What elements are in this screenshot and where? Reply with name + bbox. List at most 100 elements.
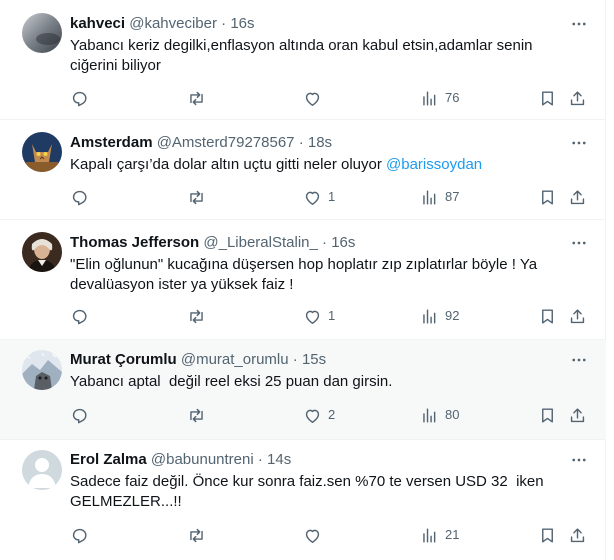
reply-icon [72, 528, 87, 543]
author-name[interactable]: Amsterdam [70, 134, 153, 151]
more-icon[interactable] [568, 450, 590, 470]
bookmark-button[interactable] [538, 525, 557, 545]
mention-link[interactable]: @barissoydan [386, 156, 482, 173]
timestamp[interactable]: 18s [308, 134, 332, 151]
like-button[interactable]: 1 [303, 306, 335, 326]
views-button[interactable]: 76 [420, 88, 459, 108]
view-count: 80 [445, 407, 460, 422]
author-handle[interactable]: @kahveciber [129, 15, 217, 32]
tweet-header: kahveci @kahveciber · 16s [70, 14, 255, 34]
more-icon[interactable] [568, 233, 590, 253]
tweet-header: Erol Zalma @babununtreni · 14s [70, 450, 291, 470]
author-handle[interactable]: @Amsterd79278567 [157, 134, 295, 151]
retweet-icon [190, 528, 203, 542]
retweet-icon [190, 309, 203, 323]
views-button[interactable]: 92 [420, 306, 459, 326]
tweet[interactable]: Erol Zalma @babununtreni · 14s Sadece fa… [0, 440, 606, 560]
retweet-button[interactable] [187, 405, 206, 425]
author-handle[interactable]: @murat_orumlu [181, 351, 289, 368]
view-count: 21 [445, 527, 460, 542]
timestamp[interactable]: 14s [267, 451, 291, 468]
retweet-button[interactable] [187, 187, 206, 207]
author-name[interactable]: Thomas Jefferson [70, 234, 199, 251]
bookmark-button[interactable] [538, 88, 557, 108]
share-button[interactable] [568, 525, 587, 545]
bookmark-button[interactable] [538, 405, 557, 425]
share-button[interactable] [568, 187, 587, 207]
author-handle[interactable]: @_LiberalStalin_ [203, 234, 317, 251]
avatar[interactable] [22, 350, 62, 390]
avatar[interactable] [22, 132, 62, 172]
like-count: 1 [328, 308, 336, 323]
tweet-text-line: "Elin oğlunun" kucağına düşersen hop hop… [70, 256, 538, 273]
tweet[interactable]: Murat Çorumlu @murat_orumlu · 15s Yabanc… [0, 340, 606, 440]
bookmark-icon [542, 90, 553, 106]
views-icon [423, 189, 436, 205]
timestamp[interactable]: 15s [302, 351, 326, 368]
view-count: 92 [445, 308, 460, 323]
share-button[interactable] [568, 405, 587, 425]
separator-dot: · [322, 234, 328, 251]
author-name[interactable]: kahveci [70, 15, 125, 32]
like-button[interactable]: 1 [303, 187, 335, 207]
more-icon[interactable] [568, 350, 590, 370]
like-button[interactable]: 2 [303, 405, 335, 425]
avatar[interactable] [22, 450, 62, 490]
tweet-text: Kapalı çarşı’da dolar altın uçtu gitti n… [70, 155, 482, 175]
author-name[interactable]: Erol Zalma [70, 451, 147, 468]
views-icon [423, 407, 436, 423]
tweet-text: "Elin oğlunun" kucağına düşersen hop hop… [70, 255, 537, 295]
share-icon [570, 189, 585, 204]
bookmark-icon [542, 189, 553, 205]
view-count: 76 [445, 90, 460, 105]
tweet[interactable]: Thomas Jefferson @_LiberalStalin_ · 16s … [0, 220, 606, 340]
reply-button[interactable] [70, 187, 89, 207]
views-button[interactable]: 21 [420, 525, 459, 545]
bookmark-button[interactable] [538, 306, 557, 326]
like-button[interactable] [303, 88, 328, 108]
reply-button[interactable] [70, 88, 89, 108]
reply-icon [72, 91, 87, 106]
like-count: 1 [328, 189, 336, 204]
views-icon [423, 527, 436, 543]
share-button[interactable] [568, 88, 587, 108]
more-icon[interactable] [568, 133, 590, 153]
separator-dot: · [221, 15, 227, 32]
tweet-header: Thomas Jefferson @_LiberalStalin_ · 16s [70, 233, 355, 253]
views-button[interactable]: 87 [420, 187, 459, 207]
more-icon[interactable] [568, 14, 590, 34]
retweet-button[interactable] [187, 306, 206, 326]
like-button[interactable] [303, 525, 328, 545]
avatar[interactable] [22, 232, 62, 272]
like-icon [305, 191, 320, 205]
tweet-text-line: Yabancı keriz degilki,enflasyon altında … [70, 37, 533, 54]
tweet-text: Sadece faiz değil. Önce kur sonra faiz.s… [70, 472, 544, 512]
retweet-icon [190, 190, 203, 204]
reply-button[interactable] [70, 306, 89, 326]
reply-icon [72, 190, 87, 205]
reply-icon [72, 408, 87, 423]
reply-icon [72, 309, 87, 324]
share-button[interactable] [568, 306, 587, 326]
like-count: 2 [328, 407, 336, 422]
reply-button[interactable] [70, 405, 89, 425]
timestamp[interactable]: 16s [230, 15, 254, 32]
tweet-text: Yabancı aptal değil reel eksi 25 puan da… [70, 372, 392, 392]
avatar[interactable] [22, 13, 62, 53]
share-icon [570, 407, 585, 422]
retweet-button[interactable] [187, 88, 206, 108]
reply-button[interactable] [70, 525, 89, 545]
view-count: 87 [445, 189, 460, 204]
tweet[interactable]: Amsterdam @Amsterd79278567 · 18s Kapalı … [0, 120, 606, 220]
like-icon [305, 310, 320, 324]
bookmark-button[interactable] [538, 187, 557, 207]
separator-dot: · [257, 451, 263, 468]
author-name[interactable]: Murat Çorumlu [70, 351, 177, 368]
retweet-button[interactable] [187, 525, 206, 545]
like-icon [305, 529, 320, 543]
tweet[interactable]: kahveci @kahveciber · 16s Yabancı keriz … [0, 0, 606, 120]
views-button[interactable]: 80 [420, 405, 459, 425]
author-handle[interactable]: @babununtreni [151, 451, 254, 468]
views-icon [423, 308, 436, 324]
timestamp[interactable]: 16s [331, 234, 355, 251]
